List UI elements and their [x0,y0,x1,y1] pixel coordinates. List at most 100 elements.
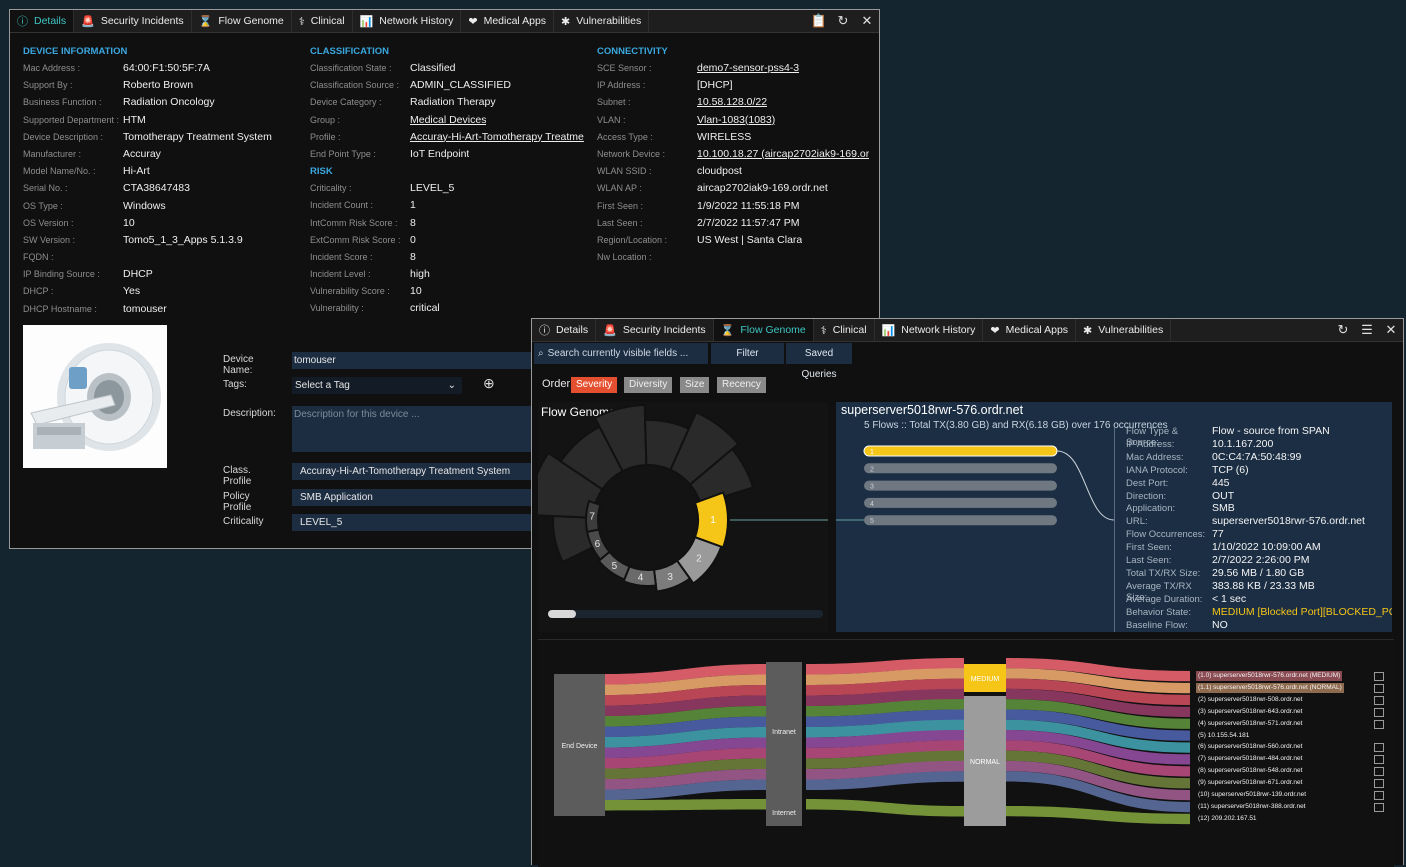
sankey-destination-label[interactable]: (9) superserver5018rwr-671.ordr.net [1196,778,1304,788]
device-icon[interactable] [1374,802,1384,812]
sankey-node-end-device-label: End Device [562,743,598,750]
section-title: CLASSIFICATION [310,46,389,57]
flow-detail-value: SMB [1212,502,1235,515]
info-value: 8 [410,216,416,229]
device-icon[interactable] [1374,755,1384,765]
device-icon[interactable] [1374,743,1384,753]
search-input[interactable]: ⌕ Search currently visible fields ... [534,343,708,364]
info-link[interactable]: 10.100.18.27 (aircap2702iak9-169.or [697,146,869,163]
criticality-select[interactable]: LEVEL_5 [292,514,552,531]
genome-segment-label: 2 [696,554,702,565]
tab-details[interactable]: ⓘ Details [10,10,75,32]
flow-detail-value: 1/10/2022 10:09:00 AM [1212,541,1321,554]
flow-bar-label: 4 [870,501,874,508]
device-icon[interactable] [1374,719,1384,729]
sankey-destination-label[interactable]: (4) superserver5018rwr-571.ordr.net [1196,719,1304,729]
sankey-destination-label[interactable]: (1.0) superserver5018rwr-576.ordr.net (M… [1196,671,1343,681]
info-label: Serial No. : [23,183,68,194]
flow-detail-label: Total TX/RX Size: [1126,567,1201,579]
info-link[interactable]: Vlan-1083(1083) [697,112,775,129]
device-icon[interactable] [1374,683,1384,693]
tab-medical-apps[interactable]: ❤ Medical Apps [983,319,1077,341]
tab-details[interactable]: ⓘ Details [532,319,597,341]
sankey-flow[interactable] [806,799,964,817]
refresh-icon[interactable]: ↻ [1331,322,1355,338]
device-icon[interactable] [1374,791,1384,800]
info-row: DHCP : Yes [23,283,293,300]
sankey-destination-label[interactable]: (2) superserver5018rwr-508.ordr.net [1196,695,1304,705]
close-icon[interactable]: ✕ [855,13,879,29]
section-title: CONNECTIVITY [597,46,668,57]
sankey-destination-label[interactable]: (6) superserver5018rwr-560.ordr.net [1196,742,1304,752]
genome-scrollbar[interactable] [548,610,823,618]
device-icon[interactable] [1374,695,1384,705]
list-icon[interactable]: ☰ [1355,322,1379,338]
saved-queries-button[interactable]: Saved Queries [786,343,852,380]
flow-detail-label: Last Seen: [1126,555,1172,566]
device-icon[interactable] [1374,672,1384,681]
device-icon[interactable] [1374,707,1384,717]
bar-connector-right [1056,450,1115,521]
info-label: Incident Count : [310,200,374,211]
flow-bar[interactable] [864,463,1057,474]
info-value: Windows [123,199,166,212]
tab-network-history[interactable]: 📊 Network History [875,319,984,341]
sankey-destination-label[interactable]: (3) superserver5018rwr-643.ordr.net [1196,707,1304,717]
tab-flow-genome[interactable]: ⌛ Flow Genome [192,10,292,32]
info-value: high [410,268,430,281]
sankey-destination-label[interactable]: (11) superserver5018rwr-388.ordr.net [1196,802,1308,812]
tab-flow-genome[interactable]: ⌛ Flow Genome [713,319,814,341]
genome-scrollbar-thumb[interactable] [548,610,576,618]
device-icon[interactable] [1374,767,1384,777]
info-link[interactable]: Medical Devices [410,112,486,129]
tab-clinical[interactable]: ⚕ Clinical [292,10,353,32]
info-label: Vulnerability Score : [310,286,390,297]
tags-select[interactable]: Select a Tag ⌄ [292,377,462,394]
flow-bar[interactable] [864,480,1057,491]
flow-bar-label: 2 [870,466,874,473]
sankey-destination-label[interactable]: (1.1) superserver5018rwr-576.ordr.net (N… [1196,682,1344,693]
tab-network-history[interactable]: 📊 Network History [353,10,462,32]
info-label: Manufacturer : [23,148,82,159]
device-name-input[interactable]: tomouser [292,352,552,369]
order-size-button[interactable]: Size [680,377,710,393]
order-diversity-button[interactable]: Diversity [624,377,673,393]
class-profile-select[interactable]: Accuray-Hi-Art-Tomotherapy Treatment Sys… [292,463,552,480]
tab-medical-apps[interactable]: ❤ Medical Apps [461,10,555,32]
clipboard-icon[interactable]: 📋 [807,13,831,29]
sankey-flow[interactable] [602,799,768,811]
order-severity-button[interactable]: Severity [571,377,618,393]
sankey-destination-label[interactable]: (12) 209.202.167.51 [1196,814,1259,824]
close-icon[interactable]: ✕ [1379,322,1403,338]
refresh-icon[interactable]: ↻ [831,13,855,29]
info-label: Device Category : [310,97,382,108]
sankey-destination-label[interactable]: (5) 10.155.54.181 [1196,731,1251,741]
info-label: WLAN SSID : [597,166,652,177]
policy-profile-select[interactable]: SMB Application [292,489,552,506]
flow-detail-label: Dest Port: [1126,477,1169,489]
sankey-destination-label[interactable]: (8) superserver5018rwr-548.ordr.net [1196,766,1304,776]
tab-vulnerabilities[interactable]: ✱ Vulnerabilities [554,10,650,32]
flow-detail-panel: superserver5018rwr-576.ordr.net 5 Flows … [836,402,1392,632]
description-textarea[interactable]: Description for this device ... [292,406,552,452]
bug-icon: ✱ [1083,324,1093,337]
device-icon[interactable] [1374,779,1384,789]
tab-security-incidents[interactable]: 🚨 Security Incidents [74,10,192,32]
info-link[interactable]: Accuray-Hi-Art-Tomotherapy Treatme [410,129,584,146]
tab-clinical[interactable]: ⚕ Clinical [814,319,875,341]
filter-button[interactable]: Filter [711,343,784,364]
flow-bar[interactable] [863,445,1058,457]
tags-label: Tags: [223,379,247,390]
info-link[interactable]: demo7-sensor-pss4-3 [697,60,799,77]
flow-bar[interactable] [864,497,1057,508]
info-value: 64:00:F1:50:5F:7A [123,62,210,74]
info-link[interactable]: 10.58.128.0/22 [697,94,767,111]
flow-bar[interactable] [864,515,1057,526]
device-image [23,325,167,468]
sankey-destination-label[interactable]: (7) superserver5018rwr-484.ordr.net [1196,754,1304,764]
tab-security-incidents[interactable]: 🚨 Security Incidents [596,319,714,341]
sankey-destination-label[interactable]: (10) superserver5018rwr-139.ordr.net [1196,790,1308,800]
tab-vulnerabilities[interactable]: ✱ Vulnerabilities [1076,319,1172,341]
order-recency-button[interactable]: Recency [717,377,766,393]
add-tag-icon[interactable]: ⊕ [483,375,495,392]
